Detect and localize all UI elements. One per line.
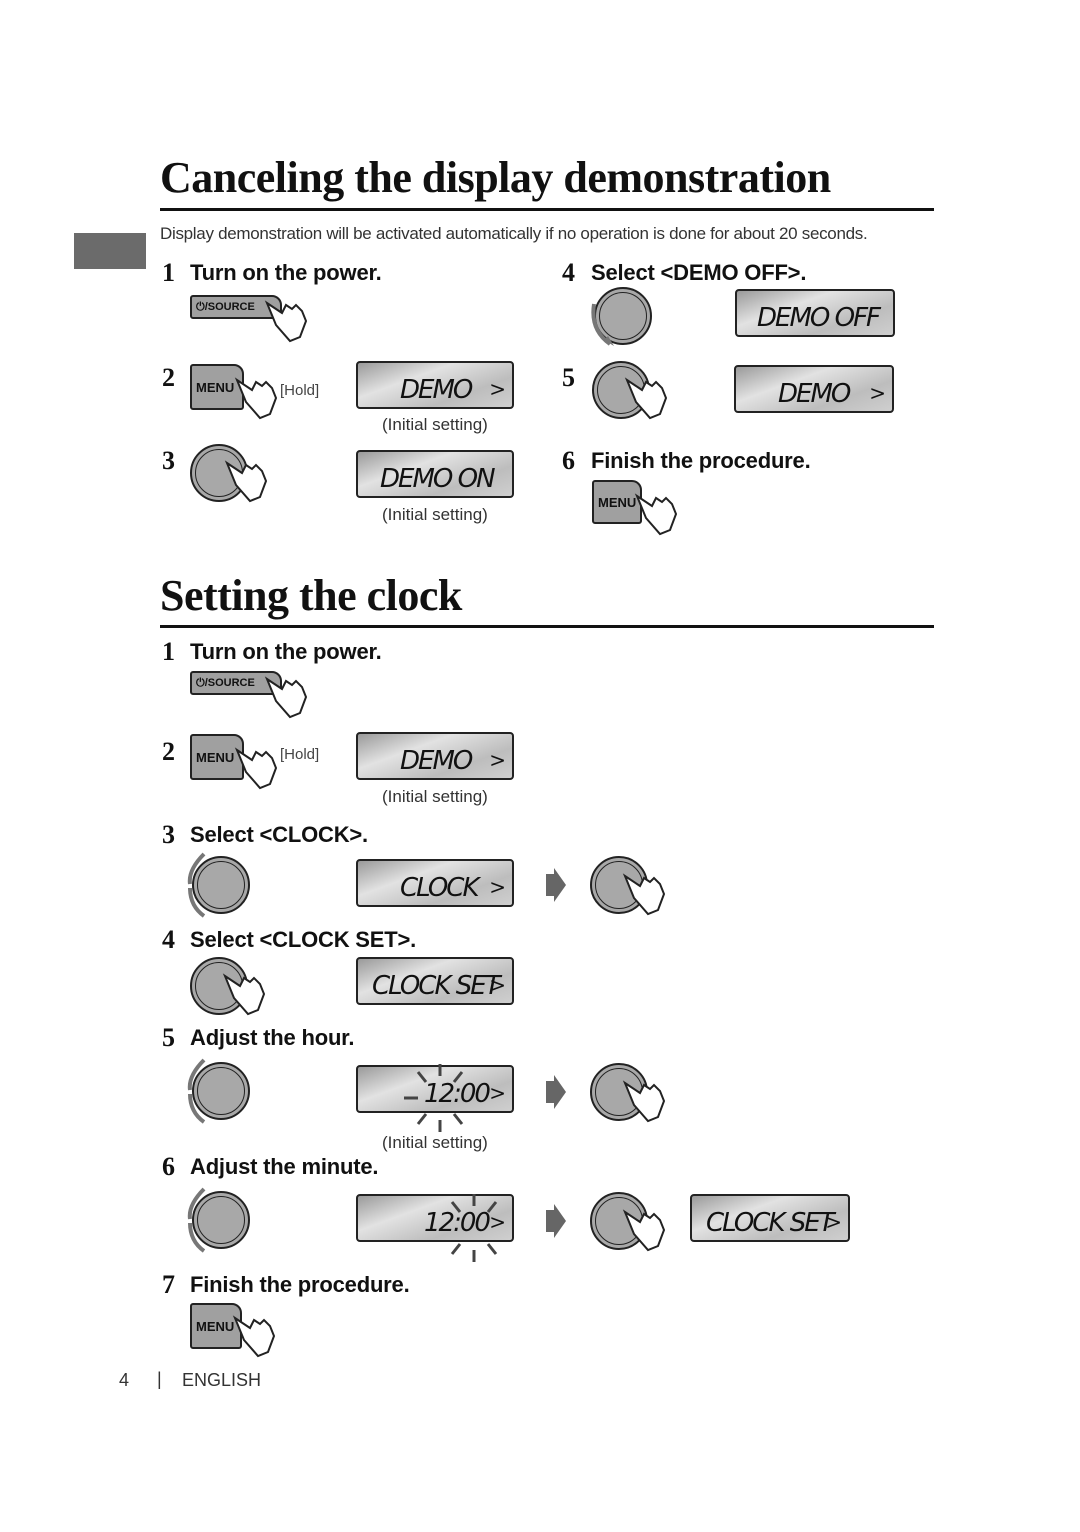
step-number: 2 [162,737,175,766]
step-number: 3 [162,446,175,475]
step-title: Turn on the power. [190,260,382,285]
page-number: 4 [119,1370,130,1390]
blink-burst-icon [404,1064,464,1132]
step-title: Finish the procedure. [190,1272,410,1297]
hold-label: [Hold] [280,746,320,763]
section-title-demo: Canceling the display demonstration [160,153,831,202]
lcd-text: DEMO ON [380,464,496,494]
lcd-text: DEMO [778,379,851,409]
lcd-text: CLOCK SET [706,1208,835,1238]
next-arrow-icon [546,868,566,902]
hand-press-icon [232,1315,276,1358]
hand-press-icon [224,460,268,503]
step-number: 4 [162,925,175,954]
hand-press-icon [222,973,266,1016]
rotate-both-arrow-icon [187,1187,206,1253]
lcd-display: DEMO > [734,365,894,413]
step-title: Turn on the power. [190,639,382,664]
footer-separator: | [157,1369,162,1389]
hand-press-icon [622,873,666,916]
lcd-text: CLOCK SET [372,971,501,1001]
lcd-display: DEMO > [356,732,514,780]
step-number: 4 [562,258,575,287]
lcd-display: CLOCK SET > [690,1194,850,1242]
next-arrow-icon [546,1204,566,1238]
lcd-arrow: > [489,1081,506,1105]
step-title: Select <CLOCK>. [190,822,368,847]
footer-language: ENGLISH [182,1370,262,1390]
initial-setting-note: (Initial setting) [382,1133,488,1152]
hold-label: [Hold] [280,382,320,399]
lcd-display: CLOCK > [356,859,514,907]
hand-press-icon [264,676,308,719]
step-number: 1 [162,258,175,287]
step-number: 3 [162,820,175,849]
title-rule [160,208,934,211]
step-title: Finish the procedure. [591,448,811,473]
rotate-both-arrow-icon [187,1058,206,1124]
hand-press-icon [624,377,668,420]
step-number: 5 [562,363,575,392]
hand-press-icon [234,377,278,420]
hand-press-icon [622,1080,666,1123]
lcd-display: DEMO > [356,361,514,409]
lcd-display: CLOCK SET > [356,957,514,1005]
lcd-text: CLOCK [400,873,480,903]
hand-press-icon [622,1209,666,1252]
step-number: 2 [162,363,175,392]
step-number: 5 [162,1023,175,1052]
step-number: 1 [162,637,175,666]
hand-press-icon [234,747,278,790]
lcd-arrow: > [825,1210,842,1234]
lcd-display: DEMO ON [356,450,514,498]
lcd-text: DEMO [400,746,473,776]
blink-burst-icon [450,1194,498,1262]
title-rule [160,625,934,628]
section-title-clock: Setting the clock [160,571,462,620]
step-title: Adjust the hour. [190,1025,355,1050]
lcd-arrow: > [489,377,506,401]
step-title: Select <CLOCK SET>. [190,927,417,952]
hand-press-icon [634,493,678,536]
lcd-arrow: > [489,748,506,772]
step-title: Adjust the minute. [190,1154,379,1179]
lcd-display: DEMO OFF [735,289,895,337]
initial-setting-note: (Initial setting) [382,505,488,524]
rotate-arrow-icon [591,303,614,346]
step-number: 6 [162,1152,175,1181]
lcd-text: DEMO [400,375,473,405]
initial-setting-note: (Initial setting) [382,787,488,806]
next-arrow-icon [546,1075,566,1109]
hand-press-icon [264,300,308,343]
lcd-arrow: > [869,381,886,405]
step-title: Select <DEMO OFF>. [591,260,807,285]
rotate-both-arrow-icon [187,852,206,918]
lcd-arrow: > [489,875,506,899]
side-tab-marker [74,233,146,269]
step-number: 6 [562,446,575,475]
step-number: 7 [162,1270,175,1299]
lcd-arrow: > [489,973,506,997]
initial-setting-note: (Initial setting) [382,415,488,434]
intro-text: Display demonstration will be activated … [160,224,868,243]
lcd-text: DEMO OFF [757,303,881,333]
